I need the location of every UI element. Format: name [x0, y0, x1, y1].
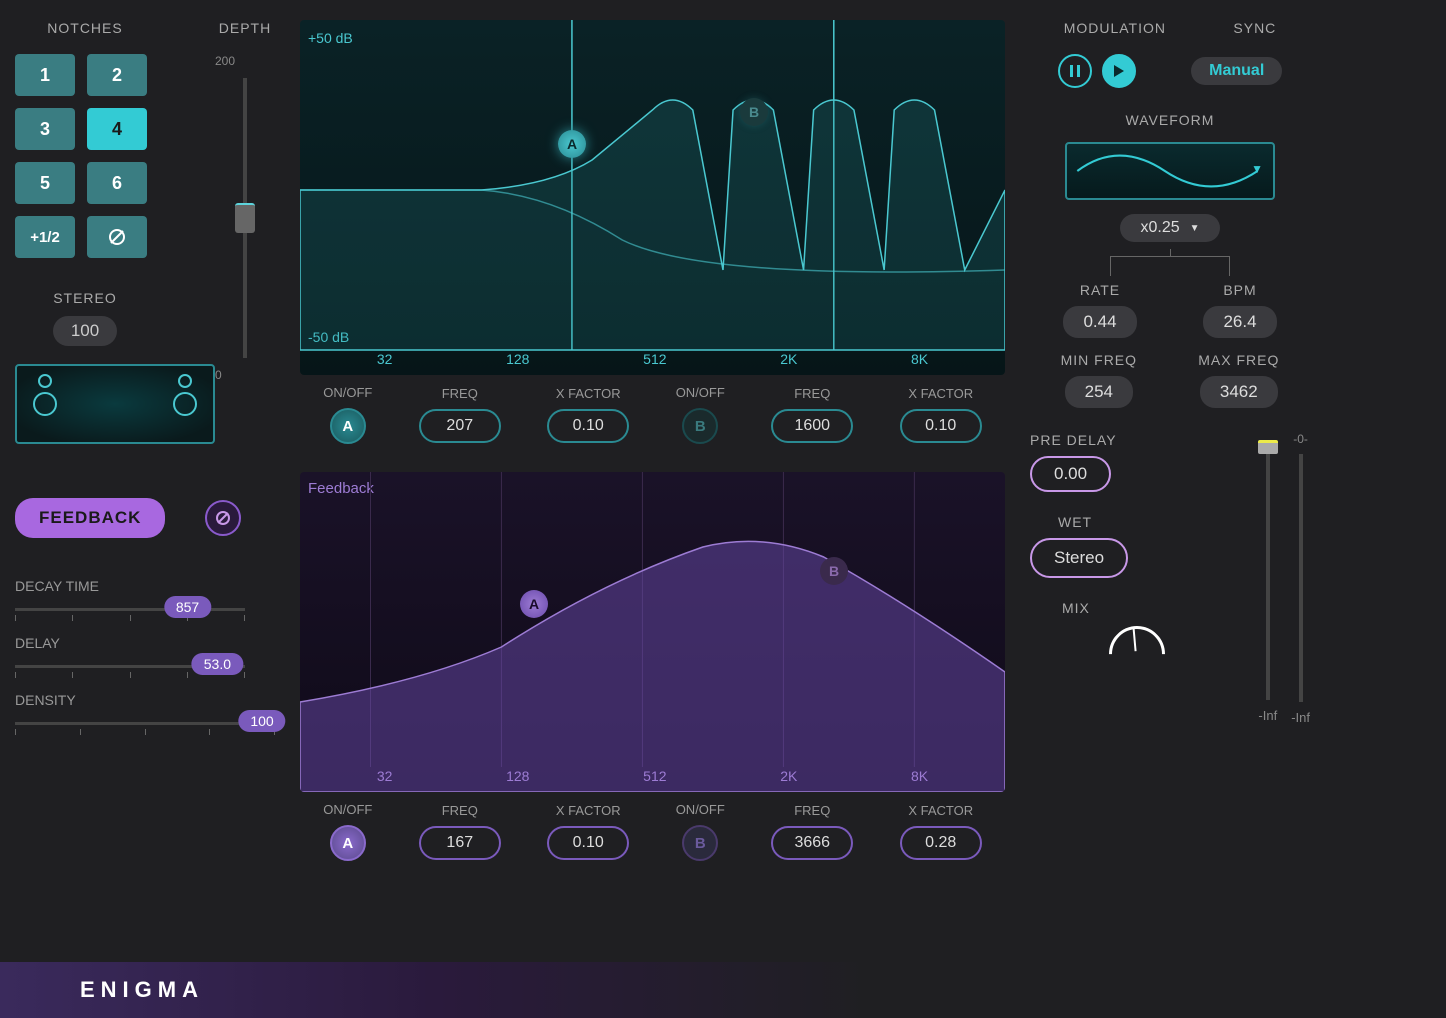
notches-header: NOTCHES [15, 20, 155, 36]
node-a[interactable]: A [558, 130, 586, 158]
notch-2[interactable]: 2 [87, 54, 147, 96]
multiplier-dropdown[interactable]: x0.25▼ [1120, 214, 1219, 242]
notch-1[interactable]: 1 [15, 54, 75, 96]
fb-node-a[interactable]: A [520, 590, 548, 618]
notch-graph[interactable]: +50 dB -50 dB A B 32 128 512 2K 8K [300, 20, 1005, 375]
predelay-value[interactable]: 0.00 [1030, 456, 1111, 492]
fb-b-xfactor[interactable]: 0.28 [900, 826, 982, 860]
speaker-right [165, 374, 205, 434]
logo: ENIGMA [80, 977, 204, 1003]
output-meter [1299, 454, 1303, 702]
fb-node-b[interactable]: B [820, 557, 848, 585]
density-label: DENSITY [15, 692, 275, 708]
feedback-button[interactable]: FEEDBACK [15, 498, 165, 538]
decay-label: DECAY TIME [15, 578, 275, 594]
node-b[interactable]: B [740, 98, 768, 126]
notch-phase-button[interactable] [87, 216, 147, 258]
stereo-header: STEREO [15, 290, 155, 306]
stereo-display[interactable] [15, 364, 215, 444]
a-xfactor[interactable]: 0.10 [547, 409, 629, 443]
fb-a-toggle[interactable]: A [330, 825, 366, 861]
phase-icon [108, 228, 126, 246]
notch-5[interactable]: 5 [15, 162, 75, 204]
fb-a-freq[interactable]: 167 [419, 826, 501, 860]
sync-header: SYNC [1233, 20, 1276, 36]
notch-6[interactable]: 6 [87, 162, 147, 204]
fb-b-freq[interactable]: 3666 [771, 826, 853, 860]
footer: ENIGMA [0, 962, 1446, 1018]
notch-half[interactable]: +1/2 [15, 216, 75, 258]
b-xfactor[interactable]: 0.10 [900, 409, 982, 443]
waveform-header: WAVEFORM [1030, 112, 1310, 128]
manual-button[interactable]: Manual [1191, 57, 1282, 85]
output-slider[interactable] [1266, 440, 1270, 700]
decay-slider[interactable]: 857 [15, 608, 245, 611]
fb-a-xfactor[interactable]: 0.10 [547, 826, 629, 860]
phase-icon [215, 510, 231, 526]
depth-header: DEPTH [215, 20, 275, 36]
delay-slider[interactable]: 53.0 [15, 665, 245, 668]
chevron-down-icon: ▼ [1251, 162, 1263, 176]
depth-slider[interactable] [243, 78, 247, 358]
b-toggle[interactable]: B [682, 408, 718, 444]
minfreq-value[interactable]: 254 [1065, 376, 1133, 408]
fb-b-toggle[interactable]: B [682, 825, 718, 861]
pause-button[interactable] [1058, 54, 1092, 88]
mix-knob[interactable] [1098, 614, 1177, 693]
feedback-graph[interactable]: Feedback A B 32 128 512 2K 8K [300, 472, 1005, 792]
rate-value[interactable]: 0.44 [1063, 306, 1136, 338]
waveform-selector[interactable]: ▼ [1065, 142, 1275, 200]
b-freq[interactable]: 1600 [771, 409, 853, 443]
play-button[interactable] [1102, 54, 1136, 88]
bpm-value[interactable]: 26.4 [1203, 306, 1276, 338]
pause-icon [1070, 65, 1080, 77]
modulation-header: MODULATION [1064, 20, 1166, 36]
depth-max: 200 [215, 54, 275, 68]
notch-4[interactable]: 4 [87, 108, 147, 150]
chevron-down-icon: ▼ [1190, 223, 1200, 234]
depth-min: 0 [215, 368, 275, 382]
maxfreq-value[interactable]: 3462 [1200, 376, 1278, 408]
a-freq[interactable]: 207 [419, 409, 501, 443]
speaker-left [25, 374, 65, 434]
notch-3[interactable]: 3 [15, 108, 75, 150]
a-toggle[interactable]: A [330, 408, 366, 444]
stereo-value[interactable]: 100 [53, 316, 117, 346]
play-icon [1114, 65, 1124, 77]
density-slider[interactable]: 100 [15, 722, 275, 725]
delay-label: DELAY [15, 635, 275, 651]
feedback-phase-button[interactable] [205, 500, 241, 536]
wet-value[interactable]: Stereo [1030, 538, 1128, 578]
